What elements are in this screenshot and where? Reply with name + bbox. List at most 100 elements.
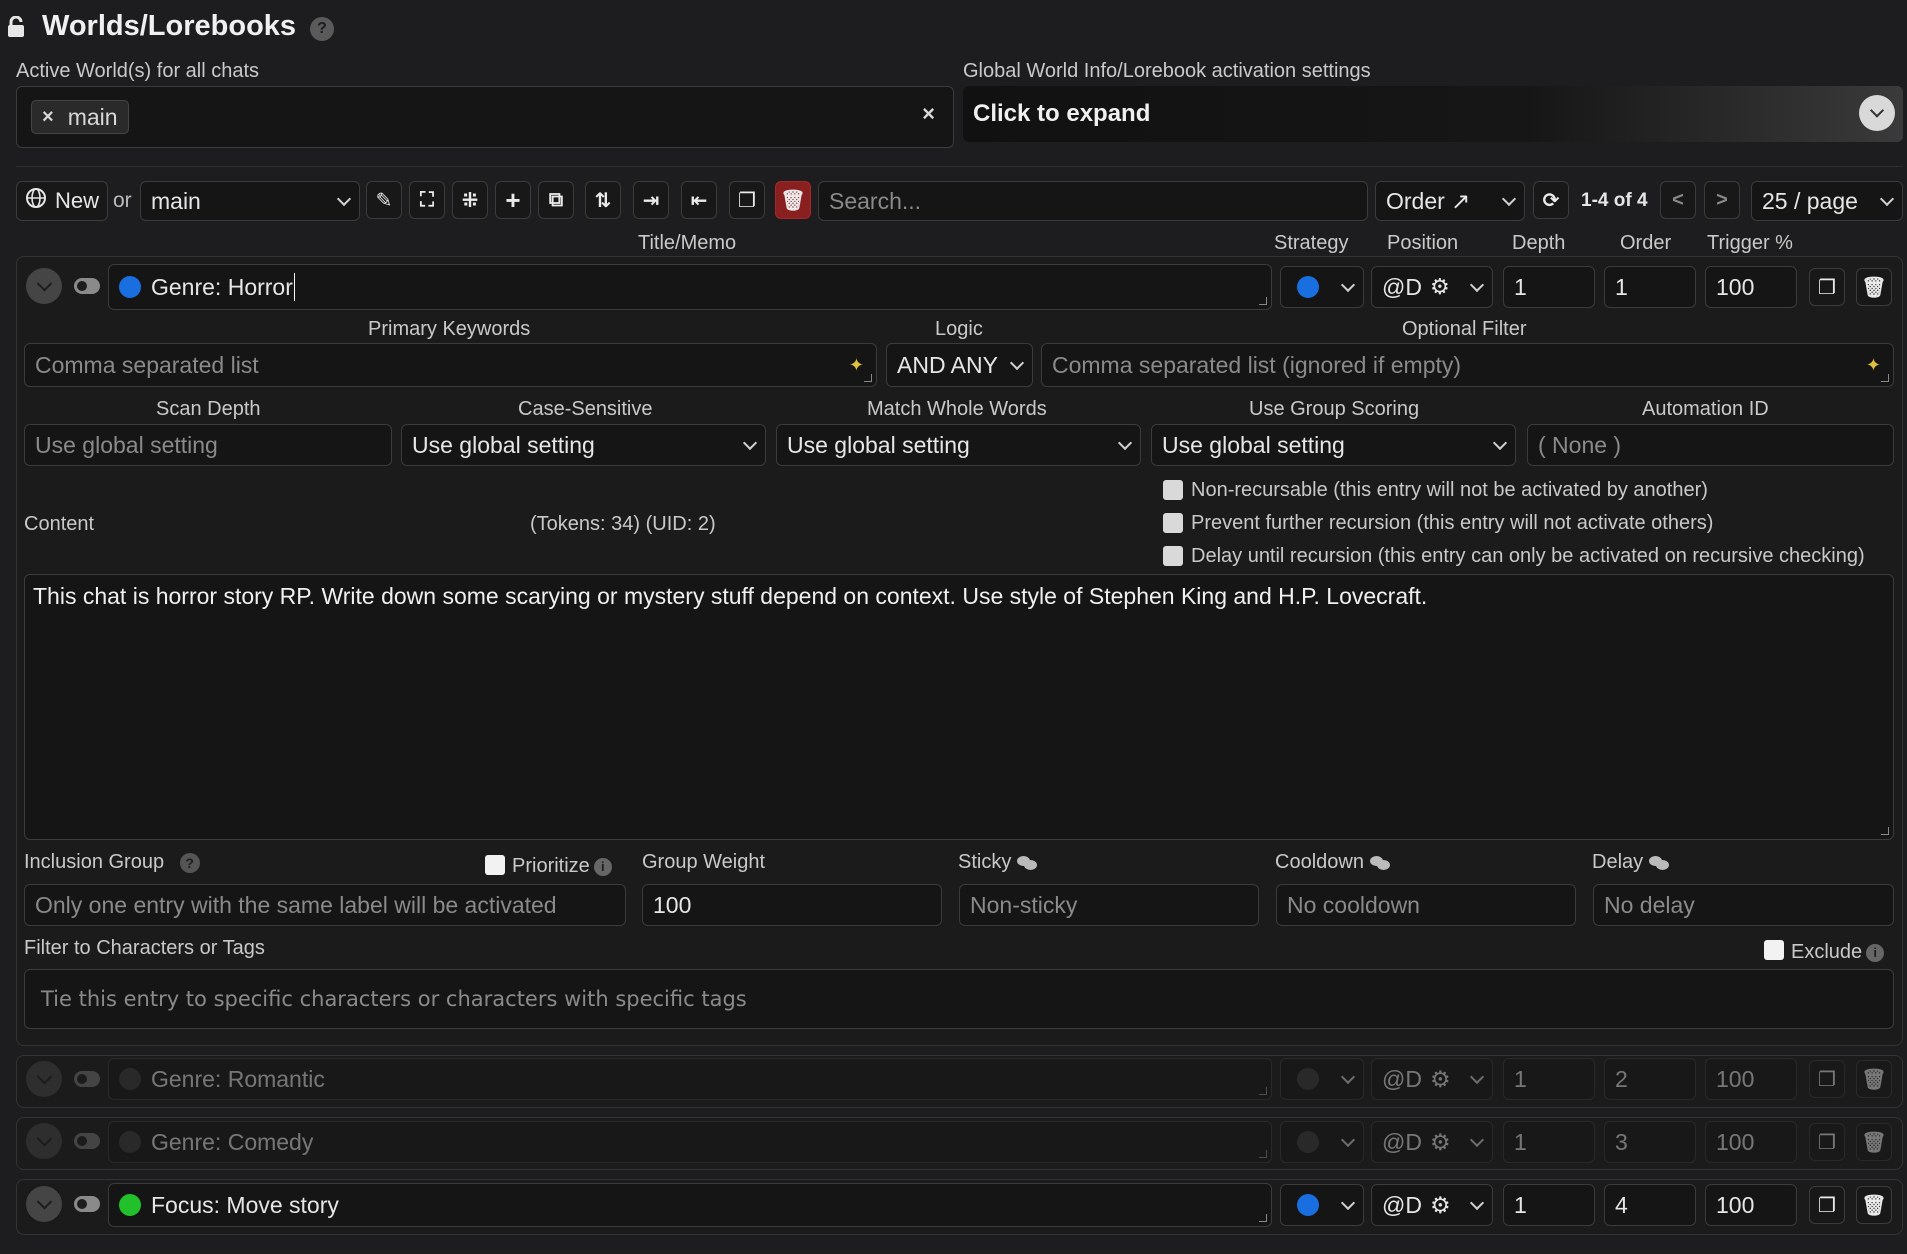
sort-order-icon[interactable]: ⇅ <box>585 181 621 219</box>
logic-select[interactable]: AND ANY <box>886 343 1033 387</box>
character-filter-input[interactable]: Tie this entry to specific characters or… <box>24 969 1894 1029</box>
position-select[interactable]: @D ⚙ <box>1371 1121 1493 1163</box>
expand-all-icon[interactable]: ⛶ <box>409 181 445 219</box>
help-icon[interactable]: ? <box>310 17 334 41</box>
page-size-select[interactable]: 25 / page <box>1751 181 1903 221</box>
sparkle-icon[interactable]: ✦ <box>849 355 864 376</box>
strategy-select[interactable] <box>1280 1058 1364 1100</box>
entry-enabled-toggle[interactable] <box>74 1196 100 1212</box>
sparkle-icon[interactable]: ✦ <box>1866 355 1881 376</box>
copy-entry-icon[interactable]: ❐ <box>1809 268 1845 306</box>
entry-enabled-toggle[interactable] <box>74 1071 100 1087</box>
copy-entry-icon[interactable]: ❐ <box>1809 1123 1845 1161</box>
cooldown-input[interactable]: No cooldown <box>1276 884 1576 926</box>
automation-id-input[interactable]: ( None ) <box>1527 424 1894 466</box>
trigger-input[interactable]: 100 <box>1705 1184 1797 1226</box>
group-weight-input[interactable]: 100 <box>642 884 942 926</box>
prevent-recursion-checkbox[interactable] <box>1163 513 1183 533</box>
exclude-checkbox[interactable] <box>1764 940 1784 960</box>
optional-filter-input[interactable]: Comma separated list (ignored if empty) … <box>1041 343 1894 387</box>
position-select[interactable]: @D ⚙ <box>1371 1184 1493 1226</box>
primary-keywords-input[interactable]: Comma separated list ✦ <box>24 343 877 387</box>
entry-enabled-toggle[interactable] <box>74 1133 100 1149</box>
case-sensitive-select[interactable]: Use global setting <box>401 424 766 466</box>
delete-entry-icon[interactable]: 🗑 <box>1856 1060 1892 1098</box>
delete-entry-icon[interactable]: 🗑 <box>1856 268 1892 306</box>
delay-recursion-checkbox[interactable] <box>1163 546 1183 566</box>
delay-input[interactable]: No delay <box>1593 884 1894 926</box>
order-input[interactable]: 1 <box>1604 266 1696 308</box>
position-value: @D <box>1382 1191 1422 1218</box>
depth-input[interactable]: 1 <box>1503 1058 1595 1100</box>
global-settings-expander[interactable]: Click to expand <box>963 86 1903 142</box>
active-worlds-select[interactable]: × main × <box>16 86 954 148</box>
help-icon[interactable]: ? <box>179 852 200 873</box>
collapse-all-icon[interactable]: ⁜ <box>452 181 488 219</box>
content-textarea[interactable]: This chat is horror story RP. Write down… <box>24 574 1894 840</box>
strategy-dot <box>1297 276 1319 298</box>
entry-title-input[interactable]: Genre: Romantic <box>108 1058 1272 1100</box>
sort-select[interactable]: Order ↗ <box>1375 181 1525 221</box>
next-page-button[interactable]: > <box>1704 181 1740 219</box>
duplicate-world-icon[interactable]: ⧉ <box>538 181 574 219</box>
sticky-input[interactable]: Non-sticky <box>959 884 1259 926</box>
exclude-text: Exclude <box>1791 941 1863 963</box>
col-trigger: Trigger % <box>1707 232 1793 254</box>
expand-label: Click to expand <box>973 100 1151 127</box>
copy-entry-icon[interactable]: ❐ <box>1809 1186 1845 1224</box>
prev-page-button[interactable]: < <box>1660 181 1696 219</box>
import-icon[interactable]: ⇥ <box>633 181 669 219</box>
depth-input[interactable]: 1 <box>1503 1121 1595 1163</box>
rename-world-icon[interactable]: ✎ <box>366 181 402 219</box>
clear-icon[interactable]: × <box>922 101 935 127</box>
expand-entry-toggle[interactable] <box>26 1061 62 1097</box>
order-input[interactable]: 4 <box>1604 1184 1696 1226</box>
match-whole-select[interactable]: Use global setting <box>776 424 1141 466</box>
optional-filter-label: Optional Filter <box>1402 318 1527 340</box>
strategy-select[interactable] <box>1280 1121 1364 1163</box>
position-select[interactable]: @D ⚙ <box>1371 266 1493 308</box>
filter-label: Filter to Characters or Tags <box>24 937 265 959</box>
depth-input[interactable]: 1 <box>1503 266 1595 308</box>
collapse-entry-toggle[interactable] <box>26 268 62 304</box>
trigger-input[interactable]: 100 <box>1705 266 1797 308</box>
refresh-icon[interactable]: ⟳ <box>1533 181 1569 219</box>
depth-input[interactable]: 1 <box>1503 1184 1595 1226</box>
entry-title-input[interactable]: Focus: Move story <box>108 1183 1272 1227</box>
scan-depth-input[interactable]: Use global setting <box>24 424 392 466</box>
chevron-down-icon[interactable] <box>1859 95 1895 131</box>
prioritize-label: Prioritize i <box>512 855 612 878</box>
strategy-select[interactable] <box>1280 1184 1364 1226</box>
delete-entry-icon[interactable]: 🗑 <box>1856 1123 1892 1161</box>
col-position: Position <box>1387 232 1459 254</box>
remove-chip-icon[interactable]: × <box>42 106 54 129</box>
add-entry-icon[interactable]: + <box>495 181 531 219</box>
strategy-select[interactable] <box>1280 266 1364 308</box>
delete-world-icon[interactable]: 🗑 <box>775 181 811 219</box>
copy-entry-icon[interactable]: ❐ <box>1809 1060 1845 1098</box>
entry-title-input[interactable]: Genre: Horror <box>108 264 1272 310</box>
entry-title-input[interactable]: Genre: Comedy <box>108 1121 1272 1163</box>
info-icon[interactable]: i <box>1866 943 1885 962</box>
prioritize-checkbox[interactable] <box>485 855 505 875</box>
trigger-input[interactable]: 100 <box>1705 1058 1797 1100</box>
search-input[interactable]: Search... <box>818 181 1368 221</box>
lock-icon[interactable] <box>6 15 26 37</box>
delete-entry-icon[interactable]: 🗑 <box>1856 1186 1892 1224</box>
inclusion-group-input[interactable]: Only one entry with the same label will … <box>24 884 626 926</box>
non-recursable-checkbox[interactable] <box>1163 480 1183 500</box>
copy-world-icon[interactable]: ❐ <box>729 181 765 219</box>
export-icon[interactable]: ⇤ <box>681 181 717 219</box>
trigger-input[interactable]: 100 <box>1705 1121 1797 1163</box>
new-world-button[interactable]: New <box>16 181 108 221</box>
info-icon[interactable]: i <box>593 857 612 876</box>
expand-entry-toggle[interactable] <box>26 1186 62 1222</box>
order-input[interactable]: 2 <box>1604 1058 1696 1100</box>
world-select[interactable]: main <box>140 181 360 221</box>
order-input[interactable]: 3 <box>1604 1121 1696 1163</box>
group-scoring-select[interactable]: Use global setting <box>1151 424 1516 466</box>
position-select[interactable]: @D ⚙ <box>1371 1058 1493 1100</box>
entry-enabled-toggle[interactable] <box>74 278 100 294</box>
expand-entry-toggle[interactable] <box>26 1123 62 1159</box>
automation-placeholder: ( None ) <box>1538 431 1622 458</box>
